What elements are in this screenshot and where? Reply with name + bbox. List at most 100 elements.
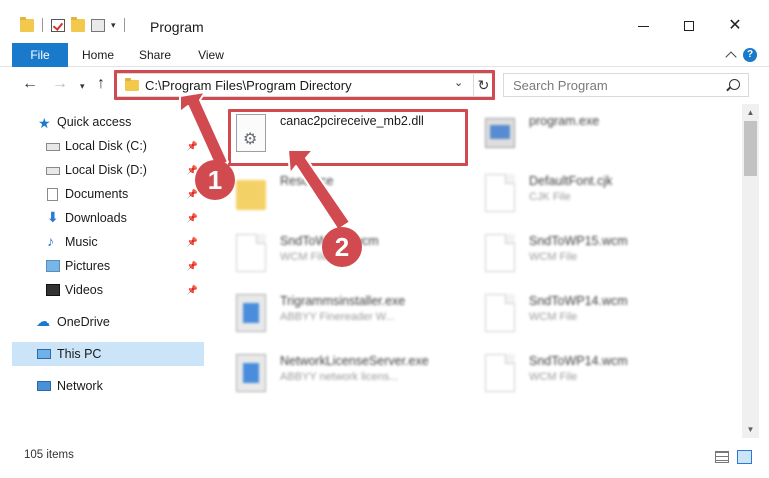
search-icon[interactable] <box>729 79 740 90</box>
tab-share[interactable]: Share <box>130 43 180 67</box>
star-icon: ★ <box>38 115 51 131</box>
document-icon <box>485 294 515 332</box>
sidebar-item-music[interactable]: ♪ Music 📌 <box>12 230 204 254</box>
navigation-pane: ★ Quick access Local Disk (C:) 📌 Local D… <box>12 108 204 438</box>
qat-separator <box>42 18 43 32</box>
title-bar: ▾ Program ✕ <box>0 0 769 40</box>
pin-icon[interactable]: 📌 <box>187 237 198 248</box>
file-item[interactable]: DefaultFont.cjk CJK File <box>485 174 705 222</box>
callout-step-1: 1 <box>195 160 235 200</box>
up-button[interactable]: ↑ <box>97 75 105 93</box>
help-icon[interactable]: ? <box>743 48 757 62</box>
file-item[interactable]: program.exe <box>485 114 705 162</box>
sidebar-item-downloads[interactable]: ⬇ Downloads 📌 <box>12 206 204 230</box>
ribbon: File Home Share View ? <box>0 43 769 67</box>
pin-icon[interactable]: 📌 <box>187 141 198 152</box>
pin-icon[interactable]: 📌 <box>187 213 198 224</box>
vertical-scrollbar[interactable]: ▲ ▼ <box>742 104 759 438</box>
close-button[interactable]: ✕ <box>712 12 758 40</box>
new-folder-icon[interactable] <box>71 16 85 32</box>
file-item[interactable]: NetworkLicenseServer.exe ABBYY network l… <box>236 354 456 402</box>
file-name: Trigrammsinstaller.exe <box>280 294 406 308</box>
properties-icon[interactable] <box>91 18 105 32</box>
details-view-icon[interactable] <box>715 451 729 463</box>
documents-icon <box>47 188 58 201</box>
file-type: WCM File <box>529 251 578 263</box>
tab-view[interactable]: View <box>188 43 234 67</box>
scroll-down-icon[interactable]: ▼ <box>742 421 759 438</box>
sidebar-item-this-pc[interactable]: This PC <box>12 342 204 366</box>
sidebar-item-local-disk-c[interactable]: Local Disk (C:) 📌 <box>12 134 204 158</box>
sidebar-item-videos[interactable]: Videos 📌 <box>12 278 204 302</box>
file-name: SndToWP14.wcm <box>529 294 628 308</box>
pin-icon[interactable]: 📌 <box>187 261 198 272</box>
file-name: SndToWP14.wcm <box>529 354 628 368</box>
file-item[interactable]: Trigrammsinstaller.exe ABBYY Finereader … <box>236 294 456 342</box>
sidebar-item-documents[interactable]: Documents 📌 <box>12 182 204 206</box>
scroll-up-icon[interactable]: ▲ <box>742 104 759 121</box>
file-item[interactable]: SndToWP14.wcm WCM File <box>485 294 705 342</box>
file-type: ABBYY Finereader W... <box>280 311 395 323</box>
file-type: WCM File <box>280 251 329 263</box>
file-item[interactable]: Resource <box>236 174 456 222</box>
file-item[interactable]: SndToWP14.wcm WCM File <box>485 354 705 402</box>
network-icon <box>37 381 51 391</box>
title-separator <box>123 18 125 32</box>
document-icon <box>485 174 515 212</box>
drive-icon <box>46 167 60 175</box>
sidebar-item-label: Documents <box>65 187 129 201</box>
pin-icon[interactable]: 📌 <box>187 285 198 296</box>
close-icon: ✕ <box>728 17 742 34</box>
file-name: Resource <box>280 174 334 188</box>
sidebar-item-network[interactable]: Network <box>12 374 204 398</box>
ribbon-controls: ? <box>725 48 757 63</box>
file-type: WCM File <box>529 371 578 383</box>
minimize-button[interactable] <box>620 12 666 40</box>
file-name: program.exe <box>529 114 600 128</box>
sidebar-item-label: Quick access <box>57 115 132 129</box>
tab-file[interactable]: File <box>12 43 68 67</box>
minimize-icon <box>637 25 649 27</box>
large-icons-view-icon[interactable] <box>737 450 752 464</box>
file-name: SndToWP15.wcm <box>529 234 628 248</box>
sidebar-item-label: Local Disk (D:) <box>65 163 147 177</box>
document-icon <box>485 234 515 272</box>
callout-step-2: 2 <box>322 227 362 267</box>
sidebar-item-label: Videos <box>65 283 103 297</box>
sidebar-item-pictures[interactable]: Pictures 📌 <box>12 254 204 278</box>
sidebar-item-label: Local Disk (C:) <box>65 139 147 153</box>
pictures-icon <box>46 260 60 272</box>
sidebar-item-label: OneDrive <box>57 315 110 329</box>
qat-dropdown-icon[interactable]: ▾ <box>111 20 116 31</box>
pin-icon[interactable]: 📌 <box>187 189 198 200</box>
chevron-up-icon[interactable] <box>725 51 737 63</box>
sidebar-item-label: Downloads <box>65 211 127 225</box>
sidebar-item-label: Music <box>65 235 98 249</box>
sidebar-item-onedrive[interactable]: ☁ OneDrive <box>12 310 204 334</box>
properties-check-icon[interactable] <box>51 18 65 32</box>
sidebar-item-label: Network <box>57 379 103 393</box>
folder-icon[interactable] <box>20 16 34 32</box>
recent-locations-button[interactable]: ▾ <box>80 81 85 92</box>
tab-home[interactable]: Home <box>74 43 122 67</box>
document-icon <box>236 234 266 272</box>
address-highlight-box <box>114 70 495 100</box>
sidebar-item-quick-access[interactable]: ★ Quick access <box>12 110 204 134</box>
file-type: WCM File <box>529 311 578 323</box>
folder-icon <box>236 180 266 210</box>
file-item[interactable]: SndToWP15.wcm WCM File <box>485 234 705 282</box>
maximize-icon <box>684 21 694 31</box>
scroll-thumb[interactable] <box>744 121 757 176</box>
application-icon <box>236 294 266 332</box>
file-name: DefaultFont.cjk <box>529 174 613 188</box>
forward-button[interactable]: → <box>52 75 68 93</box>
search-box[interactable]: Search Program <box>503 73 749 97</box>
exe-file-icon <box>485 118 515 148</box>
file-highlight-box <box>228 109 468 166</box>
download-icon: ⬇ <box>47 209 59 225</box>
maximize-button[interactable] <box>666 12 712 40</box>
item-count: 105 items <box>24 449 74 461</box>
back-button[interactable]: ← <box>22 75 38 93</box>
search-input[interactable]: Search Program <box>513 78 608 93</box>
sidebar-item-local-disk-d[interactable]: Local Disk (D:) 📌 <box>12 158 204 182</box>
